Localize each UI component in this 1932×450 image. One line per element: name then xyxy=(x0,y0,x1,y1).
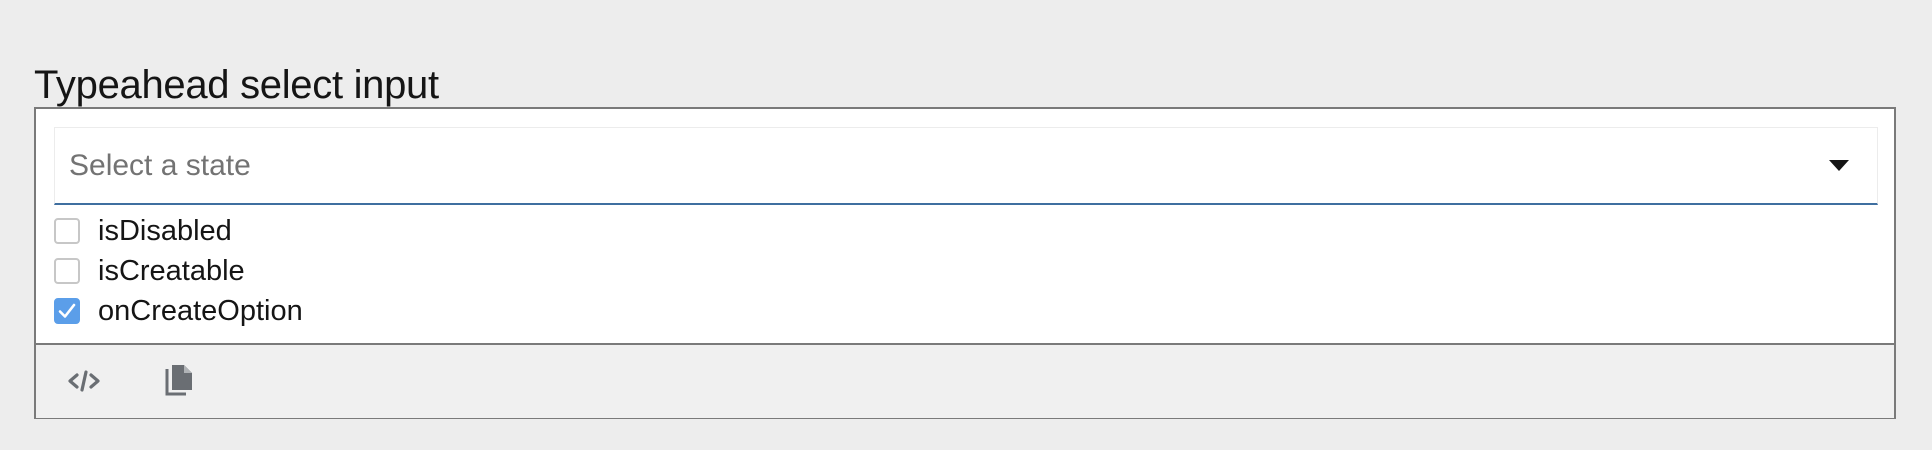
code-toolbar xyxy=(36,345,1894,418)
checkbox-label: isCreatable xyxy=(98,255,245,287)
checkbox-row-iscreatable[interactable]: isCreatable xyxy=(54,251,303,291)
example-preview: isDisabled isCreatable onCreateOption xyxy=(36,109,1894,345)
checkbox-iscreatable[interactable] xyxy=(54,258,80,284)
select-toggle-button[interactable] xyxy=(1819,146,1859,186)
code-icon xyxy=(68,370,100,392)
page-title: Typeahead select input xyxy=(34,62,439,107)
checkbox-label: isDisabled xyxy=(98,215,232,247)
typeahead-select[interactable] xyxy=(54,127,1878,205)
checkbox-isdisabled[interactable] xyxy=(54,218,80,244)
caret-down-icon xyxy=(1829,160,1849,171)
checkmark-icon xyxy=(58,303,76,318)
checkbox-oncreateoption[interactable] xyxy=(54,298,80,324)
copy-code-button[interactable] xyxy=(158,359,202,403)
typeahead-input[interactable] xyxy=(55,128,1815,204)
example-panel: isDisabled isCreatable onCreateOption xyxy=(34,107,1896,419)
checkbox-label: onCreateOption xyxy=(98,295,303,327)
checkbox-row-oncreateoption[interactable]: onCreateOption xyxy=(54,291,303,331)
copy-icon xyxy=(165,365,192,396)
options-list: isDisabled isCreatable onCreateOption xyxy=(54,211,303,331)
toggle-code-button[interactable] xyxy=(62,359,106,403)
checkbox-row-isdisabled[interactable]: isDisabled xyxy=(54,211,303,251)
